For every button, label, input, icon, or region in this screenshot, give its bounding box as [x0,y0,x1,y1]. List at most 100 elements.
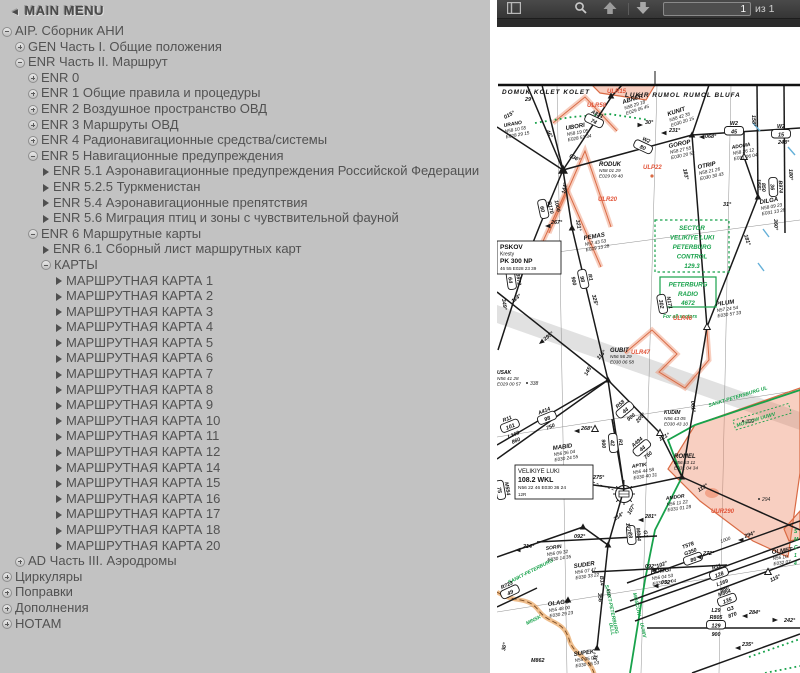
next-page-button[interactable] [632,1,654,17]
tree-item[interactable]: МАРШРУТНАЯ КАРТА 4 [0,319,490,335]
svg-text:900: 900 [600,439,607,448]
svg-text:31°: 31° [723,202,732,208]
tree-item[interactable]: ENR 1 Общие правила и процедуры [0,85,490,101]
leaf-arrow-icon[interactable] [56,277,62,285]
main-menu-header[interactable]: ◄MAIN MENU [10,3,104,18]
tree-item[interactable]: МАРШРУТНАЯ КАРТА 5 [0,335,490,351]
svg-text:30°: 30° [645,120,654,126]
tree-item[interactable]: МАРШРУТНАЯ КАРТА 16 [0,491,490,507]
tree-item[interactable]: МАРШРУТНАЯ КАРТА 14 [0,460,490,476]
leaf-arrow-icon[interactable] [56,386,62,394]
tree-item[interactable]: МАРШРУТНАЯ КАРТА 11 [0,428,490,444]
svg-text:129.3: 129.3 [684,263,700,270]
search-button[interactable] [569,1,591,17]
svg-text:294: 294 [761,497,771,503]
expand-node-icon[interactable] [28,136,38,146]
page-number-input[interactable] [663,2,751,16]
collapse-node-icon[interactable] [28,229,38,239]
collapse-arrow-icon: ◄ [10,7,20,18]
expand-node-icon[interactable] [28,105,38,115]
tree-item[interactable]: AIP. Сборник АНИ [0,23,490,39]
tree-item[interactable]: Поправки [0,584,490,600]
svg-text:N58 01 29: N58 01 29 [599,168,621,173]
leaf-arrow-icon[interactable] [56,293,62,301]
leaf-arrow-icon[interactable] [43,246,49,254]
navigation-tree-panel: ◄MAIN MENU AIP. Сборник АНИGEN Часть I. … [0,0,490,673]
tree-item[interactable]: МАРШРУТНАЯ КАРТА 9 [0,397,490,413]
leaf-arrow-icon[interactable] [56,355,62,363]
tree-item[interactable]: МАРШРУТНАЯ КАРТА 17 [0,506,490,522]
expand-node-icon[interactable] [28,73,38,83]
expand-node-icon[interactable] [15,42,25,52]
tree-item[interactable]: МАРШРУТНАЯ КАРТА 3 [0,304,490,320]
tree-item[interactable]: МАРШРУТНАЯ КАРТА 7 [0,366,490,382]
leaf-arrow-icon[interactable] [56,495,62,503]
previous-page-button[interactable] [599,1,621,17]
tree-item-label: КАРТЫ [54,257,98,272]
expand-node-icon[interactable] [2,604,12,614]
expand-node-icon[interactable] [28,120,38,130]
svg-text:N56 22 46 E030 36 24: N56 22 46 E030 36 24 [518,485,566,491]
expand-node-icon[interactable] [2,588,12,598]
tree-item-label: НОТАМ [15,616,62,631]
tree-item[interactable]: ENR 6.1 Сборный лист маршрутных карт [0,241,490,257]
leaf-arrow-icon[interactable] [56,480,62,488]
tree-item[interactable]: НОТАМ [0,616,490,632]
sidebar-toggle-button[interactable] [503,1,525,17]
leaf-arrow-icon[interactable] [56,402,62,410]
expand-node-icon[interactable] [2,619,12,629]
collapse-node-icon[interactable] [15,58,25,68]
leaf-arrow-icon[interactable] [56,464,62,472]
svg-text:PK 300 NP: PK 300 NP [500,258,533,265]
tree-item[interactable]: Циркуляры [0,569,490,585]
tree-item[interactable]: ENR 0 [0,70,490,86]
leaf-arrow-icon[interactable] [43,184,49,192]
tree-item-label: МАРШРУТНАЯ КАРТА 18 [66,522,220,537]
tree-item[interactable]: МАРШРУТНАЯ КАРТА 12 [0,444,490,460]
tree-item-label: Поправки [15,584,73,599]
tree-item[interactable]: ENR 5.6 Миграция птиц и зоны с чувствите… [0,210,490,226]
tree-item[interactable]: МАРШРУТНАЯ КАРТА 2 [0,288,490,304]
collapse-node-icon[interactable] [2,27,12,37]
tree-item[interactable]: GEN Часть I. Общие положения [0,39,490,55]
tree-item[interactable]: ENR 3 Маршруты ОВД [0,117,490,133]
tree-item[interactable]: ENR 5.1 Аэронавигационные предупреждения… [0,163,490,179]
leaf-arrow-icon[interactable] [56,433,62,441]
tree-item[interactable]: МАРШРУТНАЯ КАРТА 1 [0,273,490,289]
leaf-arrow-icon[interactable] [56,511,62,519]
tree-item[interactable]: КАРТЫ [0,257,490,273]
tree-item[interactable]: AD Часть III. Аэродромы [0,553,490,569]
expand-node-icon[interactable] [28,89,38,99]
tree-item[interactable]: МАРШРУТНАЯ КАРТА 20 [0,538,490,554]
leaf-arrow-icon[interactable] [56,308,62,316]
leaf-arrow-icon[interactable] [56,527,62,535]
tree-item[interactable]: МАРШРУТНАЯ КАРТА 10 [0,413,490,429]
tree-item[interactable]: ENR 5.2.5 Туркменистан [0,179,490,195]
leaf-arrow-icon[interactable] [56,542,62,550]
tree-item[interactable]: ENR 2 Воздушное пространство ОВД [0,101,490,117]
leaf-arrow-icon[interactable] [43,215,49,223]
tree-item[interactable]: ENR 5.4 Аэронавигационные препятствия [0,195,490,211]
tree-item-label: ENR 5.6 Миграция птиц и зоны с чувствите… [53,210,399,225]
leaf-arrow-icon[interactable] [43,168,49,176]
pdf-viewer: из 1 SECTORVELIKIYE LUKIPETERBURGCONTROL… [497,0,800,673]
leaf-arrow-icon[interactable] [43,199,49,207]
leaf-arrow-icon[interactable] [56,417,62,425]
expand-node-icon[interactable] [2,572,12,582]
tree-item[interactable]: ENR Часть II. Маршрут [0,54,490,70]
tree-item[interactable]: МАРШРУТНАЯ КАРТА 15 [0,475,490,491]
tree-item[interactable]: МАРШРУТНАЯ КАРТА 6 [0,350,490,366]
tree-item[interactable]: ENR 4 Радионавигационные средства/систем… [0,132,490,148]
tree-item[interactable]: Дополнения [0,600,490,616]
expand-node-icon[interactable] [15,557,25,567]
leaf-arrow-icon[interactable] [56,324,62,332]
leaf-arrow-icon[interactable] [56,371,62,379]
tree-item[interactable]: МАРШРУТНАЯ КАРТА 8 [0,382,490,398]
tree-item[interactable]: ENR 6 Маршрутные карты [0,226,490,242]
collapse-node-icon[interactable] [28,151,38,161]
tree-item[interactable]: МАРШРУТНАЯ КАРТА 18 [0,522,490,538]
tree-item[interactable]: ENR 5 Навигационные предупреждения [0,148,490,164]
collapse-node-icon[interactable] [41,260,51,270]
leaf-arrow-icon[interactable] [56,449,62,457]
leaf-arrow-icon[interactable] [56,339,62,347]
